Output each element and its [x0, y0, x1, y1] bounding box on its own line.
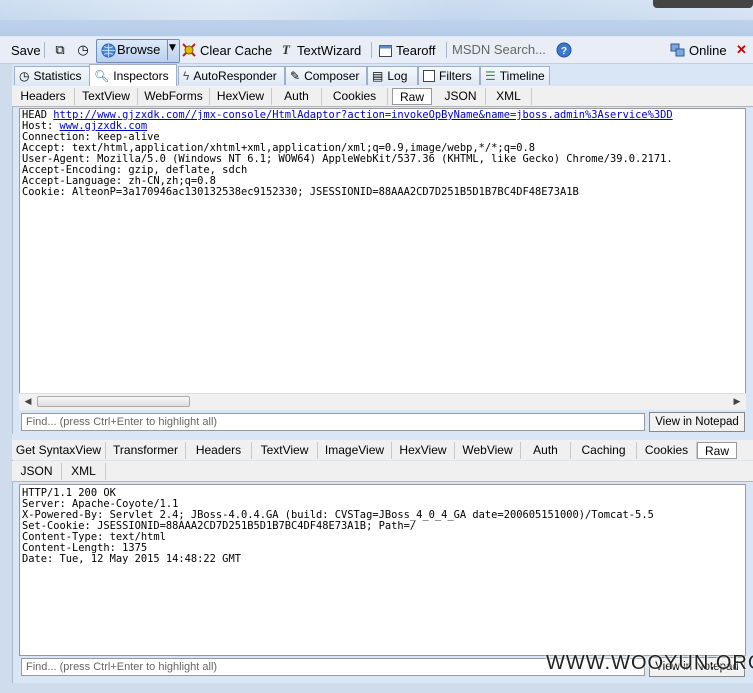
- textwizard-button[interactable]: T TextWizard: [278, 40, 361, 60]
- tab-response-textview[interactable]: TextView: [252, 442, 318, 459]
- clear-cache-button[interactable]: Clear Cache: [181, 40, 272, 60]
- tab-request-xml[interactable]: XML: [486, 88, 532, 105]
- timeline-icon: ☰: [485, 69, 496, 83]
- chevron-down-icon[interactable]: ▼: [169, 43, 176, 53]
- watermark-text: WWW.WOOYUN.ORG: [546, 652, 753, 674]
- tab-request-json[interactable]: JSON: [436, 88, 486, 105]
- tab-request-textview[interactable]: TextView: [75, 88, 138, 105]
- stopwatch-icon: ◷: [19, 69, 30, 83]
- clear-cache-icon: [181, 42, 197, 58]
- globe-icon: [100, 42, 116, 58]
- request-inspector-tabs: Headers TextView WebForms HexView Auth C…: [12, 86, 753, 107]
- window-controls[interactable]: [653, 0, 753, 8]
- help-button[interactable]: ?: [556, 40, 572, 60]
- request-raw-pane[interactable]: HEAD http://www.gjzxdk.com//jmx-console/…: [19, 108, 746, 410]
- tab-statistics[interactable]: ◷ Statistics: [14, 66, 90, 85]
- tab-composer[interactable]: ✎ Composer: [285, 66, 367, 85]
- request-view-in-notepad-button[interactable]: View in Notepad: [649, 412, 745, 432]
- tab-response-headers[interactable]: Headers: [186, 442, 252, 459]
- request-horizontal-scrollbar[interactable]: ◀ ▶: [19, 393, 746, 410]
- tab-autoresponder[interactable]: ϟ AutoResponder: [178, 66, 285, 85]
- replay-button[interactable]: ⧉: [52, 40, 68, 60]
- response-inspector-tabs-row1: Get SyntaxView Transformer Headers TextV…: [12, 440, 753, 460]
- scroll-right-icon[interactable]: ▶: [731, 396, 743, 408]
- tearoff-button[interactable]: Tearoff: [377, 40, 436, 60]
- tab-response-caching[interactable]: Caching: [571, 442, 637, 459]
- svg-text:?: ?: [561, 46, 567, 57]
- request-headers-text: Connection: keep-alive Accept: text/html…: [22, 131, 673, 198]
- tab-inspectors[interactable]: 🔍︎ Inspectors: [89, 64, 177, 86]
- response-text: HTTP/1.1 200 OK Server: Apache-Coyote/1.…: [22, 487, 654, 565]
- close-icon[interactable]: ✕: [736, 40, 747, 60]
- tab-response-imageview[interactable]: ImageView: [318, 442, 392, 459]
- tab-response-hexview[interactable]: HexView: [392, 442, 455, 459]
- stopwatch-button[interactable]: ◷: [75, 40, 91, 60]
- response-raw-pane[interactable]: HTTP/1.1 200 OK Server: Apache-Coyote/1.…: [19, 484, 746, 656]
- stopwatch-icon: ◷: [77, 42, 89, 57]
- tab-response-webview[interactable]: WebView: [455, 442, 521, 459]
- lightning-icon: ϟ: [183, 69, 190, 83]
- tab-request-cookies[interactable]: Cookies: [322, 88, 388, 105]
- tab-response-xml[interactable]: XML: [62, 463, 106, 480]
- network-icon: [670, 42, 686, 58]
- replay-icon: ⧉: [55, 42, 65, 57]
- tab-request-raw[interactable]: Raw: [392, 88, 432, 105]
- scroll-left-icon[interactable]: ◀: [22, 396, 34, 408]
- save-button[interactable]: Save: [2, 40, 41, 60]
- tab-response-cookies[interactable]: Cookies: [637, 442, 697, 459]
- online-status[interactable]: Online: [670, 40, 727, 60]
- msdn-search-input[interactable]: MSDN Search...: [452, 40, 552, 60]
- tab-response-auth[interactable]: Auth: [521, 442, 571, 459]
- request-find-input[interactable]: Find... (press Ctrl+Enter to highlight a…: [21, 413, 645, 431]
- bottom-edge: [0, 683, 753, 693]
- magnifier-icon: 🔍︎: [94, 68, 110, 83]
- tab-request-webforms[interactable]: WebForms: [138, 88, 210, 105]
- tab-request-headers[interactable]: Headers: [12, 88, 75, 105]
- tab-response-raw[interactable]: Raw: [697, 442, 737, 459]
- tab-timeline[interactable]: ☰ Timeline: [480, 66, 550, 85]
- tearoff-icon: [377, 42, 393, 58]
- tab-response-transformer[interactable]: Transformer: [106, 442, 186, 459]
- sessions-panel-edge[interactable]: [0, 64, 13, 693]
- tab-request-auth[interactable]: Auth: [272, 88, 322, 105]
- tab-filters[interactable]: Filters: [418, 66, 480, 85]
- composer-icon: ✎: [290, 69, 301, 83]
- tab-log[interactable]: ▤ Log: [367, 66, 418, 85]
- save-icon: [2, 42, 8, 58]
- help-icon: ?: [556, 42, 572, 58]
- textwizard-icon: T: [282, 42, 290, 57]
- scrollbar-thumb[interactable]: [37, 396, 190, 407]
- tab-response-syntaxview[interactable]: Get SyntaxView: [12, 442, 106, 459]
- main-tab-strip: ◷ Statistics 🔍︎ Inspectors ϟ AutoResponder …: [12, 64, 753, 86]
- window-title-bar: [0, 0, 753, 36]
- response-inspector-tabs-row2: JSON XML: [12, 461, 753, 482]
- tab-response-json[interactable]: JSON: [12, 463, 62, 480]
- log-icon: ▤: [372, 69, 384, 83]
- checkbox-icon: [423, 70, 435, 82]
- tab-request-hexview[interactable]: HexView: [210, 88, 272, 105]
- browse-button[interactable]: Browse ▼: [96, 39, 180, 63]
